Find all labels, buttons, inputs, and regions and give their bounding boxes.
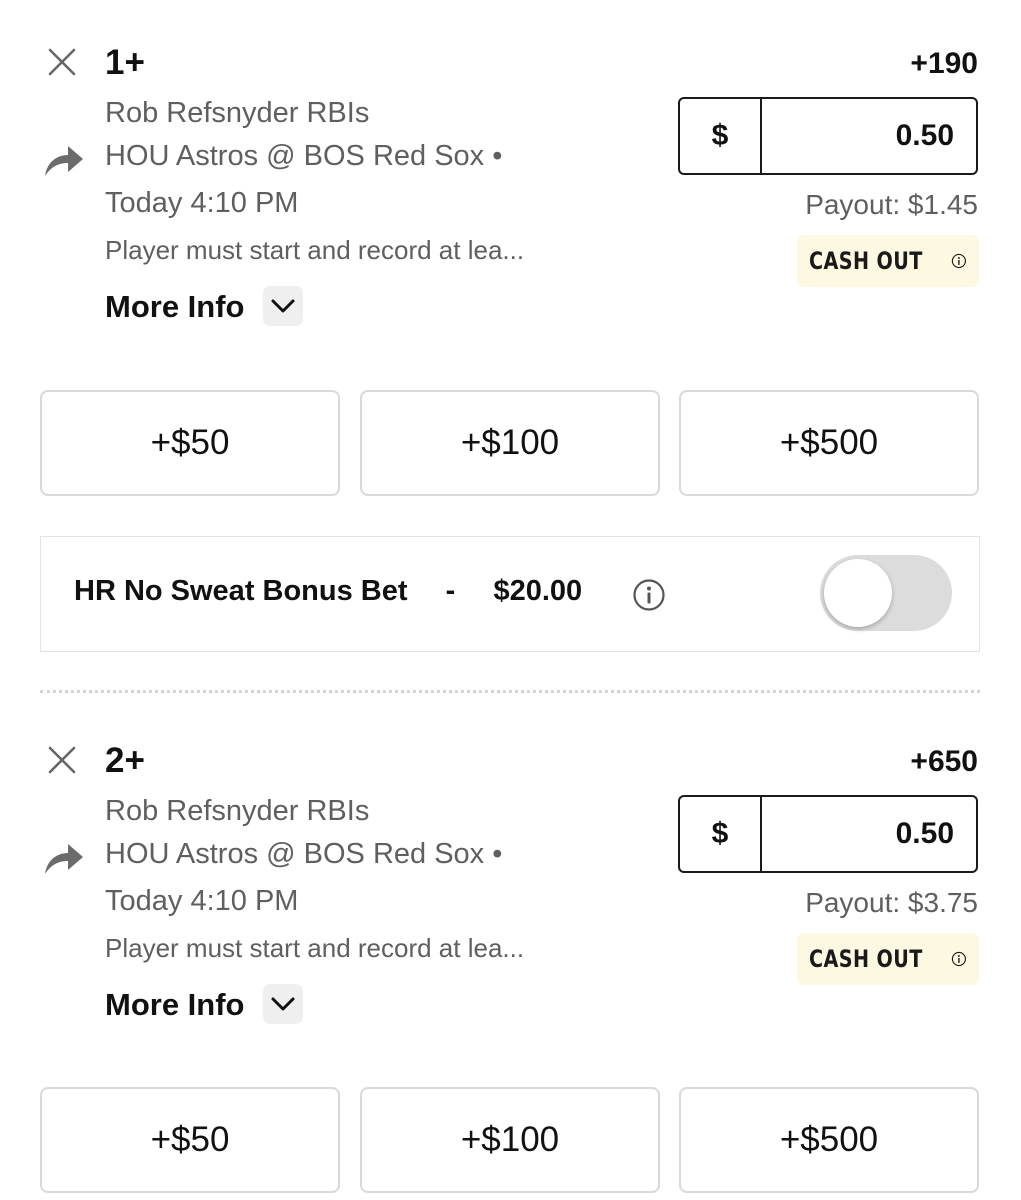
chevron-down-icon[interactable] <box>263 286 303 326</box>
info-icon[interactable] <box>951 244 967 278</box>
quick-stake-button[interactable]: +$500 <box>679 390 979 496</box>
section-divider <box>40 690 980 693</box>
bet-market: Rob Refsnyder RBIs <box>105 795 370 827</box>
stake-input[interactable]: $ 0.50 <box>678 97 978 175</box>
bet-matchup: HOU Astros @ BOS Red Sox • <box>105 140 503 172</box>
bet-title: 1+ <box>105 43 145 82</box>
bonus-bet-text: HR No Sweat Bonus Bet - $20.00 <box>74 575 582 608</box>
quick-stake-button[interactable]: +$100 <box>360 390 660 496</box>
bonus-bet-row: HR No Sweat Bonus Bet - $20.00 <box>40 536 980 652</box>
payout-text: Payout: $3.75 <box>805 887 978 918</box>
close-icon[interactable] <box>47 745 77 775</box>
info-icon[interactable] <box>951 942 967 976</box>
bonus-bet-toggle[interactable] <box>820 555 952 631</box>
bet-time: Today 4:10 PM <box>105 885 299 917</box>
bet-matchup: HOU Astros @ BOS Red Sox • <box>105 838 503 870</box>
chevron-down-icon[interactable] <box>263 984 303 1024</box>
bonus-bet-separator: - <box>445 575 456 607</box>
cash-out-label: CASH OUT <box>809 945 923 973</box>
toggle-knob <box>824 559 892 627</box>
bet-odds: +650 <box>910 745 978 778</box>
bet-note: Player must start and record at lea... <box>105 933 525 963</box>
close-icon[interactable] <box>47 47 77 77</box>
more-info-link[interactable]: More Info <box>105 987 245 1023</box>
share-arrow-icon[interactable] <box>43 840 85 876</box>
cash-out-badge[interactable]: CASH OUT <box>797 235 979 287</box>
quick-stake-button[interactable]: +$100 <box>360 1087 660 1193</box>
cash-out-label: CASH OUT <box>809 247 923 275</box>
quick-stake-button[interactable]: +$50 <box>40 1087 340 1193</box>
bonus-bet-label: HR No Sweat Bonus Bet <box>74 575 408 607</box>
bet-note: Player must start and record at lea... <box>105 235 525 265</box>
quick-stake-button[interactable]: +$500 <box>679 1087 979 1193</box>
payout-text: Payout: $1.45 <box>805 189 978 220</box>
info-icon[interactable] <box>632 578 666 612</box>
bet-market: Rob Refsnyder RBIs <box>105 97 370 129</box>
bonus-bet-amount: $20.00 <box>493 575 583 607</box>
stake-input[interactable]: $ 0.50 <box>678 795 978 873</box>
bet-odds: +190 <box>910 47 978 80</box>
stake-amount[interactable]: 0.50 <box>762 797 976 871</box>
cash-out-badge[interactable]: CASH OUT <box>797 933 979 985</box>
bet-time: Today 4:10 PM <box>105 187 299 219</box>
share-arrow-icon[interactable] <box>43 142 85 178</box>
currency-symbol: $ <box>680 99 762 173</box>
bet-title: 2+ <box>105 741 145 780</box>
stake-amount[interactable]: 0.50 <box>762 99 976 173</box>
currency-symbol: $ <box>680 797 762 871</box>
quick-stake-button[interactable]: +$50 <box>40 390 340 496</box>
more-info-link[interactable]: More Info <box>105 289 245 325</box>
